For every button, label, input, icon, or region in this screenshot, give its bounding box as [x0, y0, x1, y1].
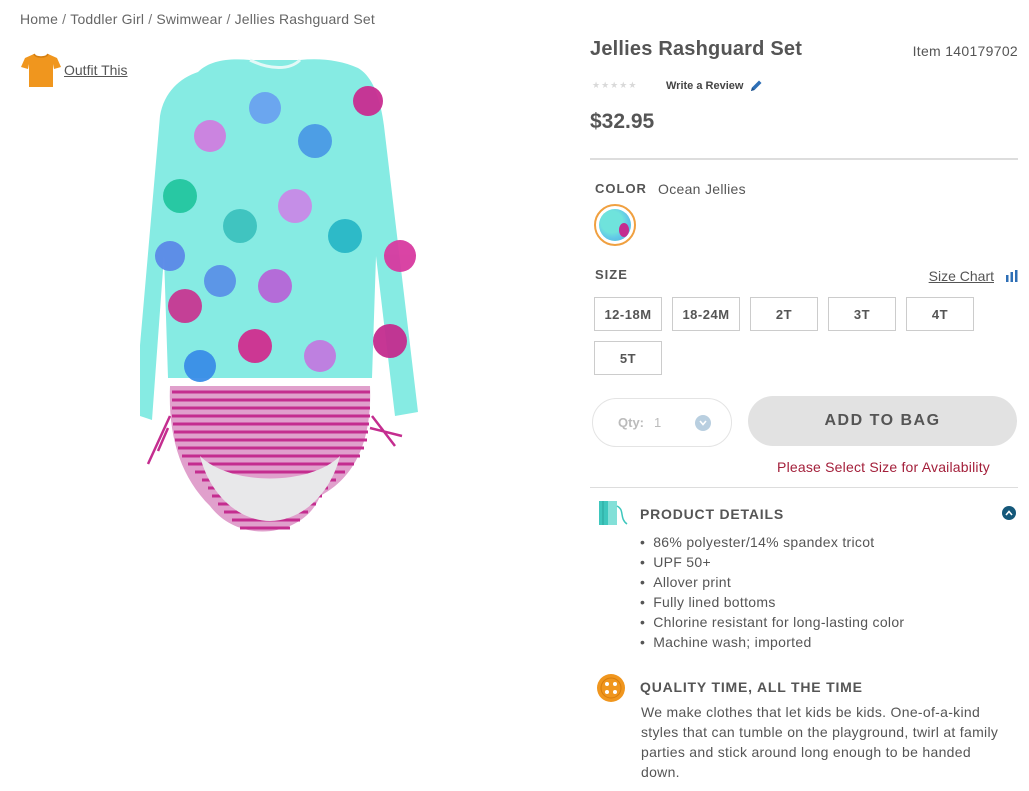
- size-option-4t[interactable]: 4T: [906, 297, 974, 331]
- breadcrumb-current: Jellies Rashguard Set: [234, 11, 375, 27]
- quality-heading: QUALITY TIME, ALL THE TIME: [640, 679, 863, 695]
- star-icon: ★: [601, 80, 610, 90]
- size-options: 12-18M 18-24M 2T 3T 4T 5T: [594, 297, 994, 375]
- write-review-link[interactable]: Write a Review: [666, 79, 763, 93]
- pencil-icon: [751, 80, 762, 91]
- color-value: Ocean Jellies: [658, 181, 746, 197]
- outfit-this[interactable]: Outfit This: [21, 52, 128, 88]
- size-option-3t[interactable]: 3T: [828, 297, 896, 331]
- list-item: Chlorine resistant for long-lasting colo…: [640, 612, 904, 632]
- breadcrumb-separator: /: [62, 11, 67, 27]
- product-details-list: 86% polyester/14% spandex tricot UPF 50+…: [640, 532, 904, 652]
- divider: [590, 487, 1018, 488]
- list-item: Fully lined bottoms: [640, 592, 904, 612]
- size-label: SIZE: [595, 267, 628, 282]
- chevron-up-icon[interactable]: [1002, 506, 1016, 520]
- breadcrumb-toddler-girl[interactable]: Toddler Girl: [70, 11, 144, 27]
- outfit-this-link[interactable]: Outfit This: [64, 62, 128, 78]
- star-icon: ★: [619, 80, 628, 90]
- breadcrumb-separator: /: [226, 11, 231, 27]
- size-option-2t[interactable]: 2T: [750, 297, 818, 331]
- bar-chart-icon: [1006, 270, 1018, 282]
- quantity-select[interactable]: Qty: 1: [592, 398, 732, 447]
- color-swatch-ocean-jellies[interactable]: [594, 204, 636, 246]
- product-price: $32.95: [590, 110, 655, 133]
- size-chart[interactable]: Size Chart: [929, 268, 1018, 284]
- divider: [590, 158, 1018, 160]
- fabric-swatch-icon: [599, 501, 628, 525]
- list-item: UPF 50+: [640, 552, 904, 572]
- breadcrumb-swimwear[interactable]: Swimwear: [156, 11, 222, 27]
- breadcrumb: Home / Toddler Girl / Swimwear / Jellies Rashg…: [20, 11, 375, 27]
- tshirt-icon: [21, 53, 61, 87]
- color-label: COLOR: [595, 181, 647, 196]
- size-option-12-18m[interactable]: 12-18M: [594, 297, 662, 331]
- quantity-value: 1: [654, 415, 662, 430]
- list-item: Machine wash; imported: [640, 632, 904, 652]
- quantity-label: Qty:: [618, 415, 644, 430]
- write-review-label: Write a Review: [666, 80, 744, 92]
- product-title: Jellies Rashguard Set: [590, 38, 803, 60]
- size-chart-link[interactable]: Size Chart: [929, 268, 994, 284]
- quality-description: We make clothes that let kids be kids. O…: [641, 704, 999, 780]
- breadcrumb-separator: /: [148, 11, 153, 27]
- star-icon: ★: [628, 80, 637, 90]
- list-item: 86% polyester/14% spandex tricot: [640, 532, 904, 552]
- rating-stars: ★ ★ ★ ★ ★: [592, 80, 636, 91]
- swatch-image: [599, 209, 631, 241]
- availability-message: Please Select Size for Availability: [777, 459, 990, 475]
- list-item: Allover print: [640, 572, 904, 592]
- chevron-down-icon: [695, 415, 711, 431]
- add-to-bag-button[interactable]: ADD TO BAG: [748, 396, 1017, 446]
- size-option-18-24m[interactable]: 18-24M: [672, 297, 740, 331]
- size-option-5t[interactable]: 5T: [594, 341, 662, 375]
- product-details-heading[interactable]: PRODUCT DETAILS: [640, 506, 784, 522]
- button-icon: [597, 674, 625, 702]
- star-icon: ★: [610, 80, 619, 90]
- breadcrumb-home[interactable]: Home: [20, 11, 58, 27]
- product-image[interactable]: [140, 56, 465, 556]
- star-icon: ★: [592, 80, 601, 90]
- item-number: Item 140179702: [912, 43, 1018, 59]
